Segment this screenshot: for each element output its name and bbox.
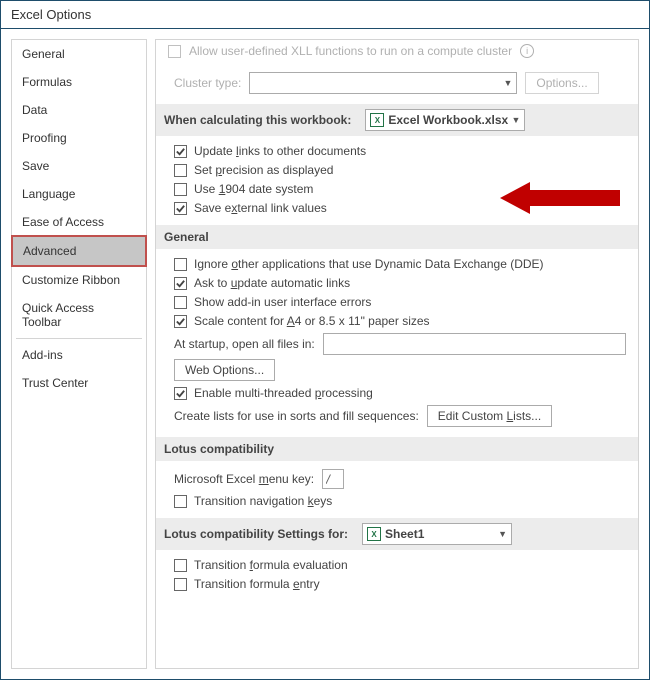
formula-entry-checkbox[interactable] [174, 578, 187, 591]
ignore-dde-label: Ignore other applications that use Dynam… [194, 257, 544, 271]
startup-row: At startup, open all files in: [174, 333, 626, 355]
date1904-checkbox[interactable] [174, 183, 187, 196]
save-external-row[interactable]: Save external link values [174, 201, 626, 215]
workbook-dropdown[interactable]: X Excel Workbook.xlsx ▼ [365, 109, 525, 131]
save-external-checkbox[interactable] [174, 202, 187, 215]
startup-input[interactable] [323, 333, 626, 355]
chevron-down-icon: ▼ [498, 529, 507, 539]
sidebar-item-general[interactable]: General [12, 40, 146, 68]
nav-keys-label: Transition navigation keys [194, 494, 332, 508]
save-external-label: Save external link values [194, 201, 327, 215]
multithread-row[interactable]: Enable multi-threaded processing [174, 386, 626, 400]
chevron-down-icon: ▼ [503, 78, 512, 88]
precision-label: Set precision as displayed [194, 163, 333, 177]
menu-key-row: Microsoft Excel menu key: [174, 469, 626, 489]
window-title: Excel Options [1, 1, 649, 29]
section-label: General [164, 230, 209, 244]
cluster-options-button: Options... [525, 72, 598, 94]
sidebar: General Formulas Data Proofing Save Lang… [11, 39, 147, 669]
ask-update-row[interactable]: Ask to update automatic links [174, 276, 626, 290]
section-label: Lotus compatibility [164, 442, 274, 456]
excel-icon: X [370, 113, 384, 127]
sidebar-item-customize-ribbon[interactable]: Customize Ribbon [12, 266, 146, 294]
sidebar-item-advanced[interactable]: Advanced [11, 235, 147, 267]
show-errors-row[interactable]: Show add-in user interface errors [174, 295, 626, 309]
custom-lists-row: Create lists for use in sorts and fill s… [174, 405, 626, 427]
web-options-row: Web Options... [174, 359, 626, 381]
nav-keys-row[interactable]: Transition navigation keys [174, 494, 626, 508]
sidebar-item-trust-center[interactable]: Trust Center [12, 369, 146, 397]
startup-label: At startup, open all files in: [174, 337, 315, 351]
section-lotus: Lotus compatibility [156, 437, 638, 461]
custom-lists-label: Create lists for use in sorts and fill s… [174, 409, 419, 423]
show-errors-checkbox[interactable] [174, 296, 187, 309]
sidebar-item-data[interactable]: Data [12, 96, 146, 124]
multithread-label: Enable multi-threaded processing [194, 386, 373, 400]
ignore-dde-checkbox[interactable] [174, 258, 187, 271]
excel-options-window: Excel Options General Formulas Data Proo… [0, 0, 650, 680]
sheet-name: Sheet1 [385, 527, 424, 541]
main-panel: Allow user-defined XLL functions to run … [155, 39, 639, 669]
formula-eval-row[interactable]: Transition formula evaluation [174, 558, 626, 572]
update-links-checkbox[interactable] [174, 145, 187, 158]
sidebar-item-addins[interactable]: Add-ins [12, 341, 146, 369]
ignore-dde-row[interactable]: Ignore other applications that use Dynam… [174, 257, 626, 271]
section-label: Lotus compatibility Settings for: [164, 527, 348, 541]
date1904-label: Use 1904 date system [194, 182, 313, 196]
section-lotus-settings: Lotus compatibility Settings for: X Shee… [156, 518, 638, 550]
precision-checkbox[interactable] [174, 164, 187, 177]
ask-update-label: Ask to update automatic links [194, 276, 350, 290]
date1904-row[interactable]: Use 1904 date system [174, 182, 626, 196]
section-general: General [156, 225, 638, 249]
scale-a4-label: Scale content for A4 or 8.5 x 11" paper … [194, 314, 430, 328]
ask-update-checkbox[interactable] [174, 277, 187, 290]
sidebar-item-quick-access[interactable]: Quick Access Toolbar [12, 294, 146, 336]
scale-a4-checkbox[interactable] [174, 315, 187, 328]
nav-keys-checkbox[interactable] [174, 495, 187, 508]
cluster-type-label: Cluster type: [174, 76, 241, 90]
formula-eval-label: Transition formula evaluation [194, 558, 348, 572]
workbook-name: Excel Workbook.xlsx [388, 113, 508, 127]
show-errors-label: Show add-in user interface errors [194, 295, 371, 309]
formula-eval-checkbox[interactable] [174, 559, 187, 572]
sidebar-separator [16, 338, 142, 339]
sidebar-item-save[interactable]: Save [12, 152, 146, 180]
menu-key-label: Microsoft Excel menu key: [174, 472, 314, 486]
sidebar-item-language[interactable]: Language [12, 180, 146, 208]
precision-row[interactable]: Set precision as displayed [174, 163, 626, 177]
edit-custom-lists-button[interactable]: Edit Custom Lists... [427, 405, 552, 427]
section-when-calculating: When calculating this workbook: X Excel … [156, 104, 638, 136]
chevron-down-icon: ▼ [511, 115, 520, 125]
xll-cluster-row: Allow user-defined XLL functions to run … [168, 40, 626, 68]
formula-entry-row[interactable]: Transition formula entry [174, 577, 626, 591]
section-label: When calculating this workbook: [164, 113, 351, 127]
update-links-label: Update links to other documents [194, 144, 366, 158]
sidebar-item-proofing[interactable]: Proofing [12, 124, 146, 152]
sidebar-item-ease-of-access[interactable]: Ease of Access [12, 208, 146, 236]
xll-cluster-label: Allow user-defined XLL functions to run … [189, 44, 512, 58]
cluster-type-row: Cluster type: ▼ Options... [174, 72, 626, 94]
menu-key-input[interactable] [322, 469, 344, 489]
xll-cluster-checkbox [168, 45, 181, 58]
multithread-checkbox[interactable] [174, 387, 187, 400]
sheet-icon: X [367, 527, 381, 541]
help-icon[interactable]: i [520, 44, 534, 58]
content-area: General Formulas Data Proofing Save Lang… [1, 29, 649, 679]
cluster-type-dropdown[interactable]: ▼ [249, 72, 517, 94]
update-links-row[interactable]: Update links to other documents [174, 144, 626, 158]
web-options-button[interactable]: Web Options... [174, 359, 275, 381]
sheet-dropdown[interactable]: X Sheet1 ▼ [362, 523, 512, 545]
formula-entry-label: Transition formula entry [194, 577, 320, 591]
scale-a4-row[interactable]: Scale content for A4 or 8.5 x 11" paper … [174, 314, 626, 328]
sidebar-item-formulas[interactable]: Formulas [12, 68, 146, 96]
